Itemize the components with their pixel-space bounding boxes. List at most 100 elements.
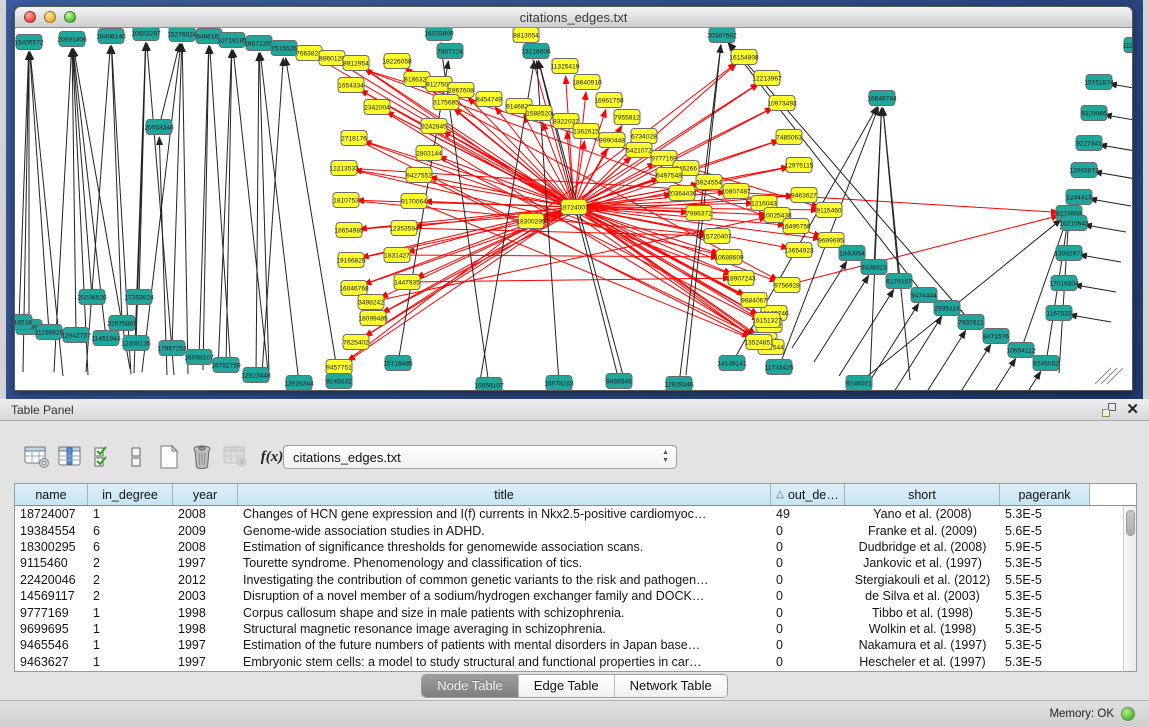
graph-node[interactable]: 12928346: [664, 377, 694, 391]
delete-column-icon[interactable]: [187, 443, 217, 471]
table-selector-dropdown[interactable]: citations_edges.txt ▲▼: [283, 445, 677, 469]
graph-node[interactable]: 15751874: [1084, 75, 1114, 90]
graph-node[interactable]: 1362615: [573, 124, 599, 139]
table-row[interactable]: 2242004622012Investigating the contribut…: [15, 572, 1123, 588]
new-column-icon[interactable]: [154, 443, 184, 471]
graph-node[interactable]: 9918516: [15, 315, 32, 330]
table-row[interactable]: 946554611997Estimation of the future num…: [15, 637, 1123, 653]
column-header-title[interactable]: title: [238, 484, 771, 505]
graph-node[interactable]: 13218506: [521, 44, 551, 59]
table-row[interactable]: 1830029562008Estimation of significance …: [15, 539, 1123, 555]
graph-node[interactable]: 1831427: [384, 248, 410, 263]
graph-node[interactable]: 9242845: [421, 119, 447, 134]
graph-node[interactable]: 1244413: [1066, 190, 1092, 205]
graph-node[interactable]: 11128534: [1123, 38, 1132, 53]
graph-node[interactable]: 18654985: [334, 223, 364, 238]
graph-node[interactable]: 18724007: [559, 200, 589, 215]
graph-node[interactable]: 1588520: [526, 106, 552, 121]
graph-node[interactable]: 13524851: [744, 335, 774, 350]
graph-node[interactable]: 9684067: [741, 293, 767, 308]
column-header-in_degree[interactable]: in_degree: [88, 484, 173, 505]
graph-node[interactable]: 9115460: [816, 203, 842, 218]
graph-node[interactable]: 12928344: [284, 376, 314, 391]
graph-node[interactable]: 3175685: [433, 95, 459, 110]
graph-node[interactable]: 14139141: [717, 356, 747, 371]
graph-node[interactable]: 13654923: [784, 243, 814, 258]
column-header-year[interactable]: year: [173, 484, 238, 505]
graph-node[interactable]: 12923448: [241, 368, 271, 383]
graph-node[interactable]: 12942757: [61, 328, 91, 343]
table-row[interactable]: 977716911998Corpus callosum shape and si…: [15, 604, 1123, 620]
graph-node[interactable]: 18099485: [358, 311, 388, 326]
graph-node[interactable]: 6497548: [656, 168, 682, 183]
close-panel-icon[interactable]: ✕: [1126, 403, 1139, 417]
graph-node[interactable]: 15720407: [702, 229, 732, 244]
graph-node[interactable]: 10653287: [131, 28, 161, 41]
table-row[interactable]: 1938455462009Genome-wide association stu…: [15, 522, 1123, 538]
graph-node[interactable]: 9245052: [1033, 356, 1059, 371]
graph-node[interactable]: 12353594: [389, 221, 419, 236]
graph-node[interactable]: 9457751: [326, 360, 352, 375]
graph-node[interactable]: 8454749: [476, 92, 502, 107]
graph-node[interactable]: 9699695: [818, 233, 844, 248]
graph-node[interactable]: 6179197: [886, 274, 912, 289]
tab-network-table[interactable]: Network Table: [615, 675, 727, 697]
float-panel-icon[interactable]: [1102, 403, 1116, 417]
table-row[interactable]: 1872400712008Changes of HCN gene express…: [15, 506, 1123, 522]
graph-node[interactable]: 20206526: [77, 290, 107, 305]
graph-node[interactable]: 9227341: [1076, 136, 1102, 151]
graph-node[interactable]: 16033809: [424, 28, 454, 41]
graph-node[interactable]: 2803144: [416, 146, 442, 161]
graph-node[interactable]: 1447935: [394, 275, 420, 290]
graph-node[interactable]: 9329966: [1081, 106, 1107, 121]
table-row[interactable]: 969969511998Structural magnetic resonanc…: [15, 621, 1123, 637]
graph-node[interactable]: 18406140: [96, 29, 126, 44]
graph-node[interactable]: 10973493: [767, 96, 797, 111]
table-scrollbar-thumb[interactable]: [1126, 510, 1135, 536]
graph-node[interactable]: 9756928: [774, 278, 800, 293]
graph-node[interactable]: 16978253: [544, 376, 574, 391]
table-mode-icon[interactable]: [22, 443, 52, 471]
graph-node[interactable]: 9474444: [911, 288, 937, 303]
graph-node[interactable]: 8813054: [513, 28, 539, 43]
graph-node[interactable]: 16495758: [781, 219, 811, 234]
graph-node[interactable]: 2935114: [934, 301, 960, 316]
graph-node[interactable]: 12213533: [329, 161, 359, 176]
graph-node[interactable]: 16046768: [339, 281, 369, 296]
graph-node[interactable]: 12505135: [121, 336, 151, 351]
graph-node[interactable]: 16782759: [211, 358, 241, 373]
graph-node[interactable]: 9245632: [326, 374, 352, 389]
tab-node-table[interactable]: Node Table: [422, 675, 519, 697]
graph-node[interactable]: 8471676: [983, 329, 1009, 344]
graph-node[interactable]: 15405572: [15, 35, 44, 50]
graph-node[interactable]: 9427552: [406, 168, 432, 183]
graph-node[interactable]: 32975887: [107, 316, 137, 331]
graph-node[interactable]: 18300295: [516, 214, 546, 229]
graph-node[interactable]: 1810753: [333, 193, 359, 208]
graph-node[interactable]: 16958107: [184, 350, 214, 365]
graph-node[interactable]: 6734028: [631, 129, 657, 144]
graph-node[interactable]: 20364436: [667, 186, 697, 201]
graph-node[interactable]: 1654334: [338, 78, 364, 93]
table-row[interactable]: 911546021997Tourette syndrome. Phenomeno…: [15, 555, 1123, 571]
graph-node[interactable]: 7515526: [271, 41, 297, 56]
graph-node[interactable]: 20053346: [144, 120, 174, 135]
graph-node[interactable]: 10807487: [721, 184, 751, 199]
graph-node[interactable]: 20387682: [707, 28, 737, 43]
graph-node[interactable]: 10958107: [474, 378, 504, 391]
graph-node[interactable]: 9990448: [599, 133, 625, 148]
graph-node[interactable]: 11156829: [35, 325, 64, 340]
graph-node[interactable]: 2718176: [341, 131, 367, 146]
graph-node[interactable]: 12093872: [1069, 163, 1099, 178]
graph-node[interactable]: 9170064: [401, 194, 427, 209]
column-header-pagerank[interactable]: pagerank: [1000, 484, 1090, 505]
graph-node[interactable]: 8860128: [319, 51, 345, 66]
graph-node[interactable]: 11325419: [551, 59, 580, 74]
graph-node[interactable]: 18640910: [572, 75, 602, 90]
column-header-name[interactable]: name: [15, 484, 88, 505]
graph-node[interactable]: 1167533: [1046, 306, 1072, 321]
graph-node[interactable]: 2342004: [364, 100, 390, 115]
graph-node[interactable]: 18907243: [726, 271, 756, 286]
column-header-short[interactable]: short: [845, 484, 1000, 505]
graph-node[interactable]: 17957253: [157, 341, 187, 356]
